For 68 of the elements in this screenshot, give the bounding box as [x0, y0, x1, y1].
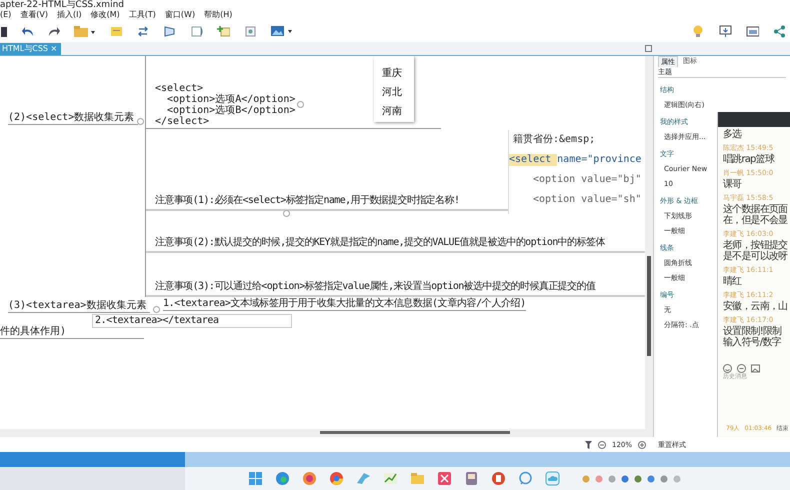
code-line: <option value="bj": [533, 174, 642, 186]
message-text: 设置限制!限制 输入符号/数字: [723, 326, 782, 348]
presentation-icon[interactable]: [719, 24, 732, 38]
menu-item[interactable]: 查看(V): [20, 10, 48, 20]
windows-icon[interactable]: [248, 471, 263, 486]
emoji-icon[interactable]: [723, 364, 732, 373]
code-line: <option value="sh": [533, 194, 642, 206]
menu-item[interactable]: 插入(I): [57, 10, 82, 20]
topic-label[interactable]: (2)<select>数据收集元素: [8, 112, 138, 125]
image-icon[interactable]: [271, 24, 293, 38]
bracket-icon[interactable]: [190, 24, 203, 38]
menu-item[interactable]: (E): [0, 10, 12, 20]
message-text: 课哥: [723, 179, 742, 190]
menu-item[interactable]: 修改(M): [90, 10, 120, 20]
browser-icon[interactable]: [275, 471, 290, 486]
dropdown-option[interactable]: 重庆: [382, 68, 414, 80]
dropdown-option[interactable]: 河北: [382, 87, 414, 99]
window-icon[interactable]: [746, 24, 759, 38]
cloud-icon[interactable]: [545, 471, 560, 486]
collapse-icon[interactable]: [153, 306, 160, 313]
folder-icon[interactable]: [74, 24, 96, 38]
zoom-out-icon[interactable]: [598, 440, 606, 448]
chart-icon[interactable]: [383, 471, 398, 486]
message-text: 唱跳rap篮球: [723, 154, 776, 165]
marker-icon[interactable]: [244, 24, 257, 38]
note-text[interactable]: 注意事项(1):必须在<select>标签指定name,用于数据提交时指定名称!: [155, 195, 460, 207]
redo-icon[interactable]: [48, 24, 60, 38]
message-text: 这个数据在页面 在，但是不会显: [723, 204, 788, 226]
app-icon[interactable]: [464, 471, 479, 486]
collapse-icon[interactable]: [137, 118, 144, 125]
zoom-in-icon[interactable]: [638, 440, 646, 448]
app-icon[interactable]: [437, 471, 452, 486]
topic-label[interactable]: 件的具体作用): [0, 326, 144, 339]
chat-header: [718, 112, 790, 127]
browser-icon[interactable]: [329, 471, 344, 486]
collapse-icon[interactable]: [297, 101, 304, 108]
message-text: 安徽，云南，山: [723, 301, 788, 312]
text-field[interactable]: 2.<textarea></textarea: [92, 314, 292, 328]
browser-icon[interactable]: [302, 471, 317, 486]
swap-icon[interactable]: [137, 24, 149, 38]
horizontal-scrollbar[interactable]: [0, 429, 645, 437]
code-line: 籍贯省份:&emsp;: [513, 134, 596, 146]
menu-item[interactable]: 工具(T): [128, 10, 156, 20]
note-text[interactable]: 注意事项(3):可以通过给<option>标签指定value属性,来设置当option被选中提交的时候真正提交的值: [155, 281, 596, 293]
note-text[interactable]: 注意事项(2):默认提交的时候,提交的KEY就是指定的name,提交的VALUE值就是被选中的option中的标签体: [155, 237, 605, 249]
message-text: 多选: [723, 129, 743, 140]
menu-item[interactable]: 窗口(W): [164, 10, 196, 20]
dropdown-option[interactable]: 河南: [382, 106, 414, 118]
message-text: 晴红: [723, 276, 743, 287]
chat-bubble-icon[interactable]: [518, 471, 533, 486]
boundary-icon[interactable]: [163, 24, 176, 38]
topic-label[interactable]: 1.<textarea>文本域标签用于用于收集大批量的文本信息数据(文章内容/个人介绍): [163, 298, 526, 311]
presentation-icon[interactable]: [491, 471, 506, 486]
bulb-icon[interactable]: [692, 24, 705, 38]
share-icon[interactable]: [773, 24, 786, 38]
image-icon[interactable]: [751, 364, 760, 373]
code-snippet: <select> <option>选项A</option> <option>选项B</option> </select>: [154, 83, 296, 128]
filter-icon[interactable]: [584, 440, 592, 448]
undo-icon[interactable]: [22, 24, 34, 38]
vertical-scrollbar[interactable]: [645, 56, 653, 437]
topic-label[interactable]: (3)<textarea>数据收集元素: [8, 300, 150, 313]
menu-item[interactable]: 帮助(H): [204, 10, 232, 20]
collapse-icon[interactable]: [283, 210, 290, 217]
note-icon[interactable]: [110, 24, 123, 38]
message-text: 老师，按钮提交 是不是可以改呀: [723, 240, 789, 262]
maximize-icon[interactable]: [645, 45, 652, 52]
chat-bubble-icon[interactable]: [737, 364, 746, 373]
add-topic-icon[interactable]: [217, 24, 230, 38]
